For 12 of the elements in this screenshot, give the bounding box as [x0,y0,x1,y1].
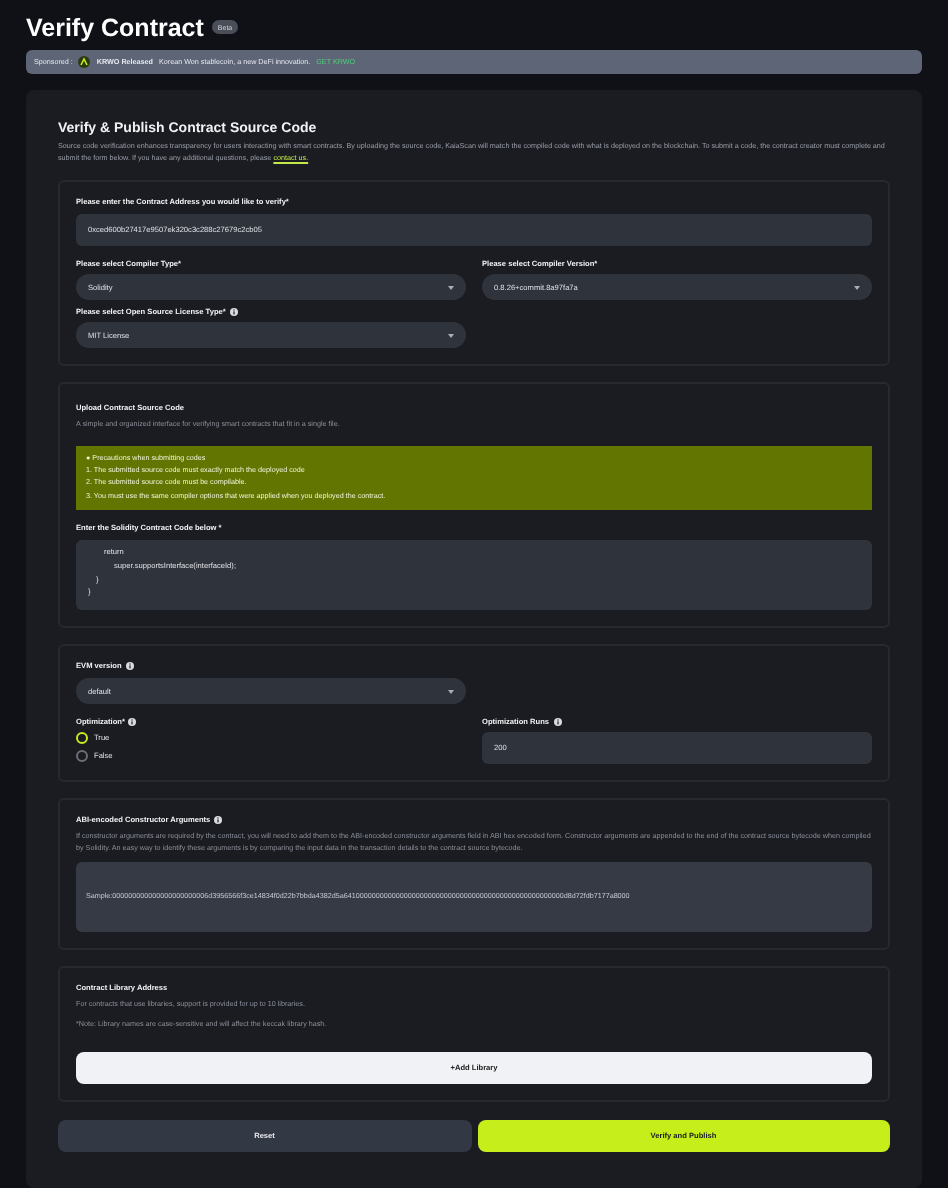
caret-icon [448,285,454,290]
radio-button[interactable] [76,750,88,763]
info-icon [214,816,223,825]
info-icon [125,662,134,671]
caret-icon [448,333,454,338]
caret-icon [854,285,860,290]
info-icon [229,308,238,317]
info-icon [128,718,137,727]
caret-icon [448,689,454,694]
coin-logo-icon [78,56,91,68]
info-icon [553,718,562,727]
page-title: Verify Contract [26,13,204,41]
